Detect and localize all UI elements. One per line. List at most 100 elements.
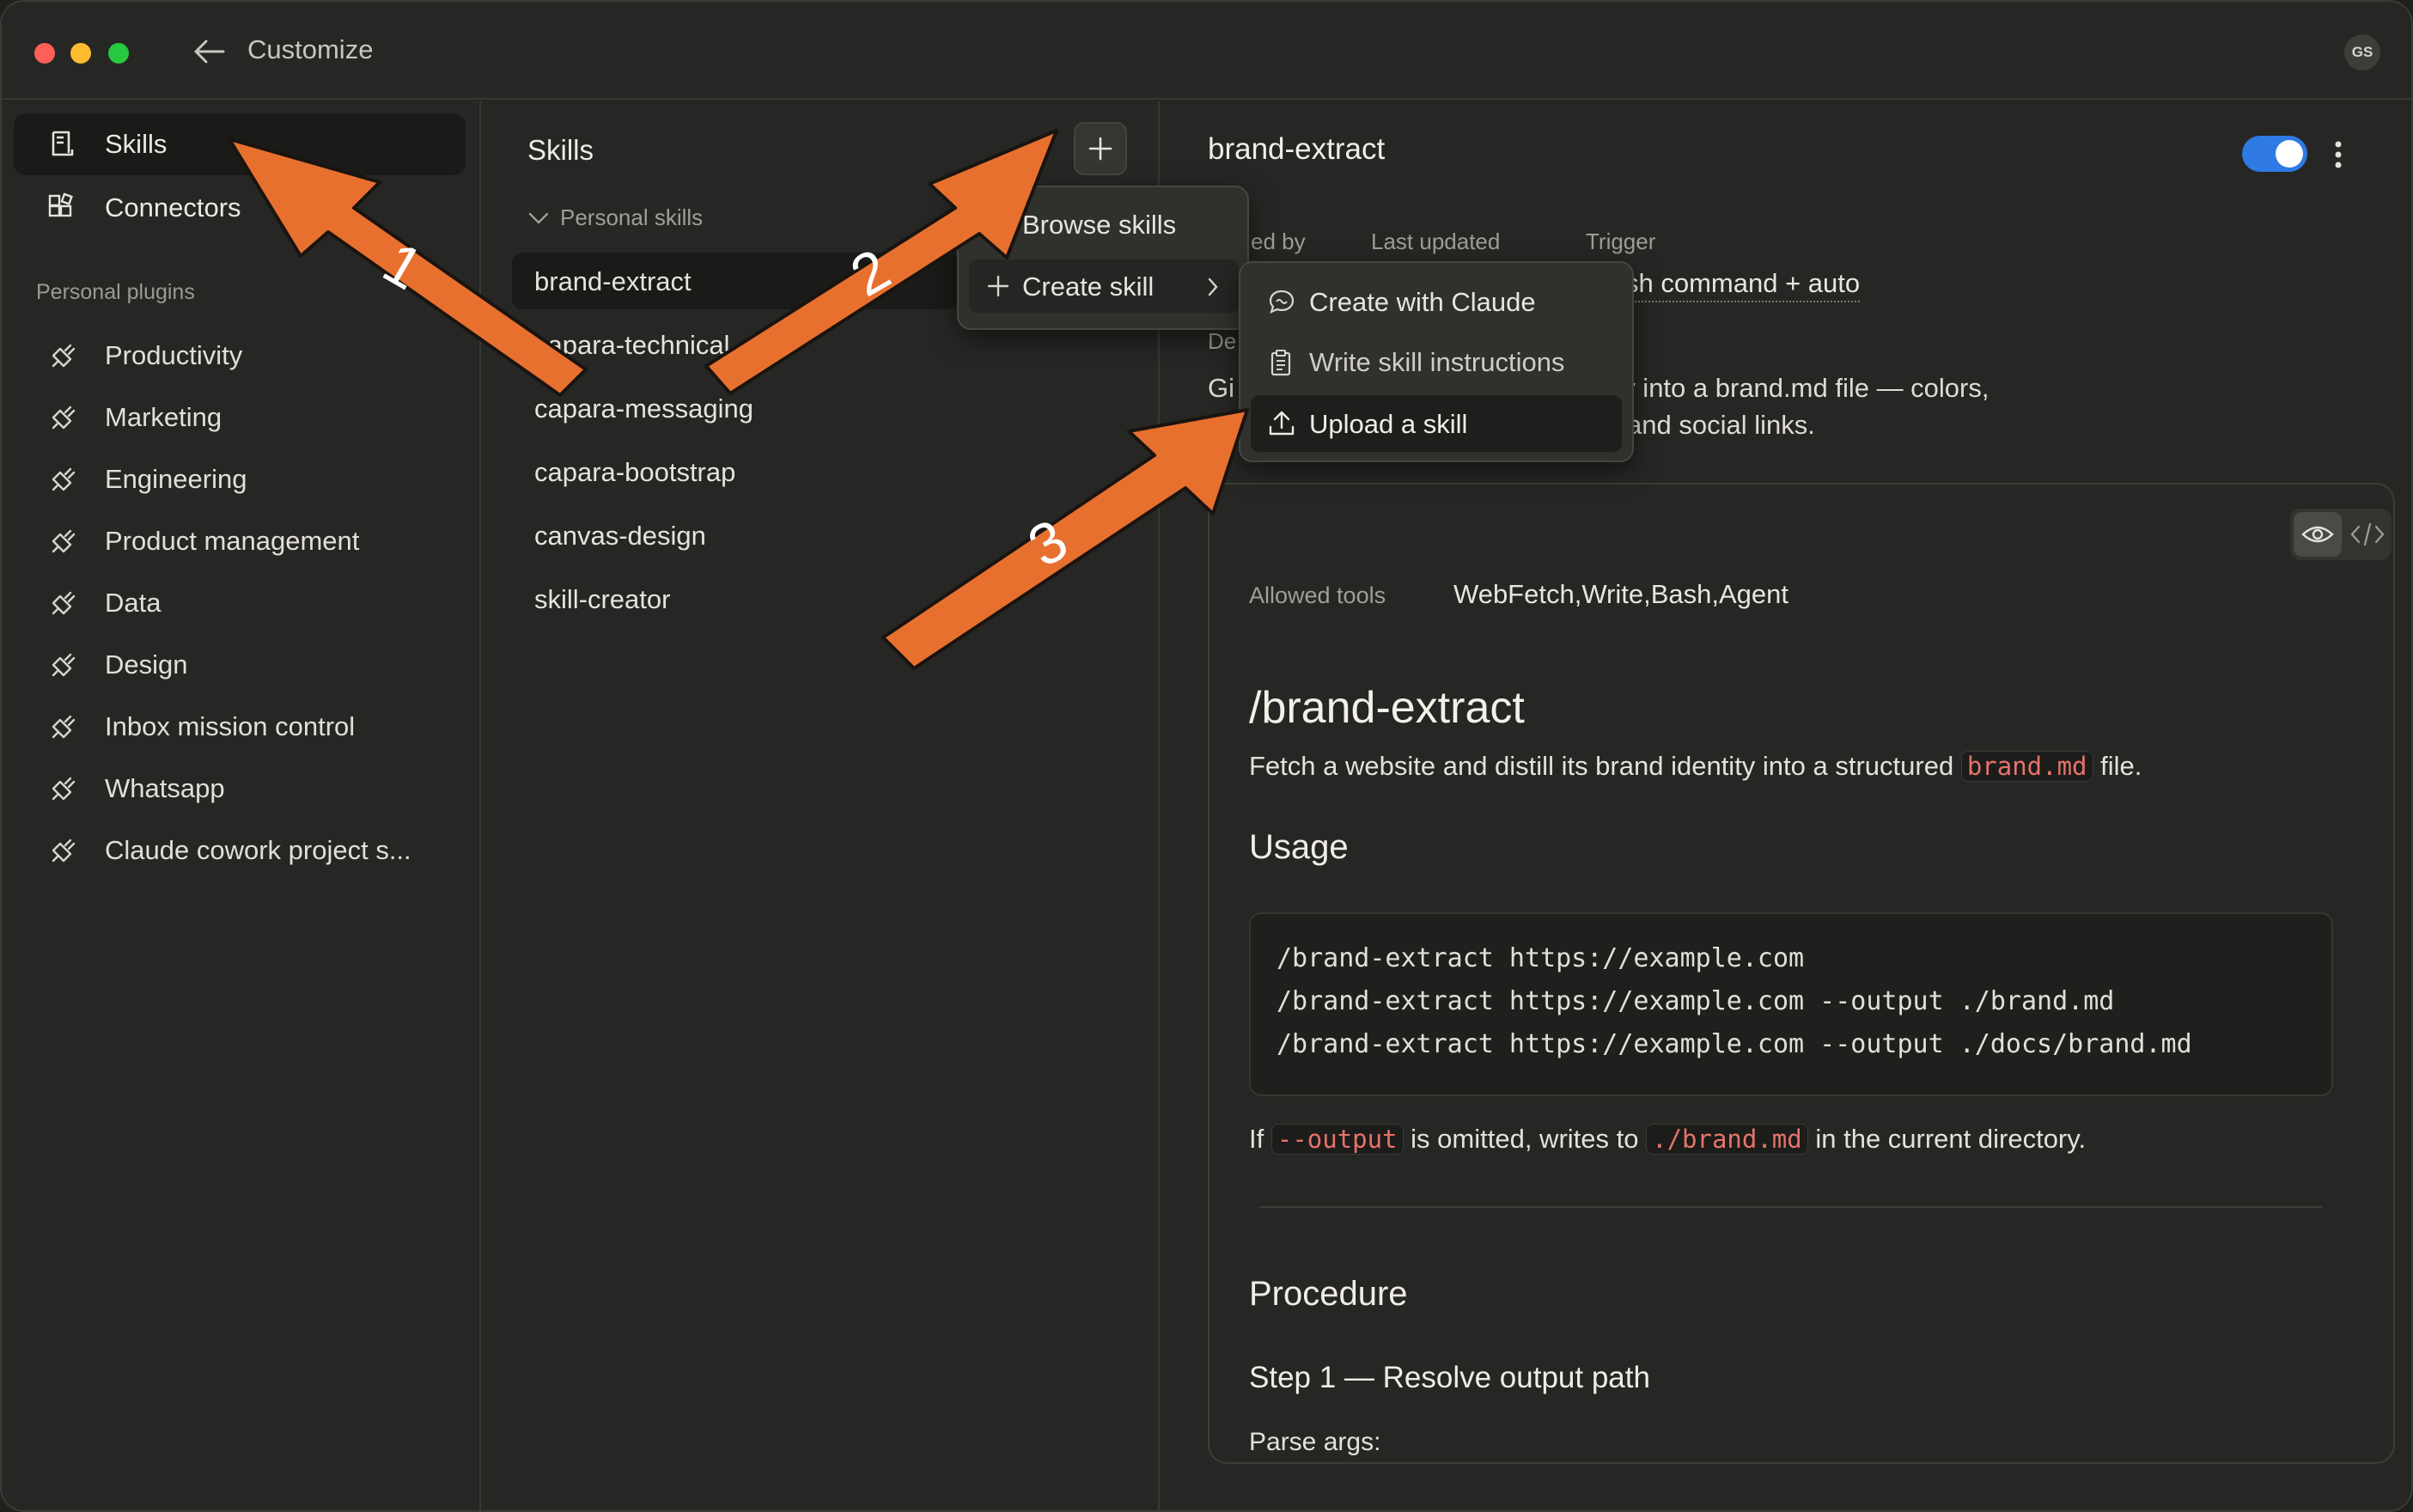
skills-panel-title: Skills xyxy=(527,134,594,166)
trigger-header: Trigger xyxy=(1586,229,1656,254)
skill-row-brand-extract[interactable]: brand-extract xyxy=(512,253,959,309)
browse-icon xyxy=(987,215,1009,235)
skill-row-canvas-design[interactable]: canvas-design xyxy=(512,507,959,564)
plug-icon xyxy=(52,344,76,368)
plug-icon xyxy=(52,405,76,430)
eye-icon xyxy=(2301,526,2334,543)
connectors-icon xyxy=(48,192,73,217)
skill-enabled-toggle[interactable] xyxy=(2242,136,2307,172)
avatar[interactable]: GS xyxy=(2344,34,2380,70)
menu-item-label: Create with Claude xyxy=(1309,287,1536,317)
code-view-icon[interactable] xyxy=(2350,521,2385,547)
chevron-down-icon xyxy=(528,212,549,224)
maximize-window-button[interactable] xyxy=(108,43,129,64)
skill-content-card: Allowed tools WebFetch,Write,Bash,Agent … xyxy=(1208,483,2395,1464)
plug-icon xyxy=(52,715,76,739)
plug-icon xyxy=(52,653,76,677)
plus-icon xyxy=(1088,137,1112,161)
added-by-header: ed by xyxy=(1251,229,1306,254)
close-window-button[interactable] xyxy=(34,43,55,64)
intro-paragraph: Fetch a website and distill its brand id… xyxy=(1249,751,2142,782)
browse-skills-item[interactable]: Browse skills xyxy=(969,198,1239,251)
plugin-label: Whatsapp xyxy=(105,773,225,803)
skill-row-capara-technical[interactable]: capara-technical xyxy=(512,316,959,373)
description-header: De xyxy=(1208,328,1237,354)
plugin-item-engineering[interactable]: Engineering xyxy=(14,452,466,509)
personal-plugins-label: Personal plugins xyxy=(36,280,195,304)
skill-label: skill-creator xyxy=(534,584,671,614)
create-with-claude-item[interactable]: Create with Claude xyxy=(1251,273,1622,330)
skill-heading: /brand-extract xyxy=(1249,683,1525,733)
nav-item-label: Connectors xyxy=(105,192,241,223)
menu-item-label: Upload a skill xyxy=(1309,409,1468,439)
step1-heading: Step 1 — Resolve output path xyxy=(1249,1361,1650,1394)
nav-item-connectors[interactable]: Connectors xyxy=(14,177,466,239)
plugin-label: Data xyxy=(105,588,161,618)
last-updated-header: Last updated xyxy=(1371,229,1501,254)
upload-icon xyxy=(1269,411,1295,436)
skill-label: capara-technical xyxy=(534,330,730,360)
title-bar: Customize GS xyxy=(2,2,2411,100)
plugin-label: Marketing xyxy=(105,402,222,432)
skill-row-capara-messaging[interactable]: capara-messaging xyxy=(512,380,959,436)
plug-icon xyxy=(52,777,76,801)
minimize-window-button[interactable] xyxy=(70,43,91,64)
plugin-item-productivity[interactable]: Productivity xyxy=(14,328,466,385)
skills-icon xyxy=(52,131,74,156)
plugin-item-design[interactable]: Design xyxy=(14,637,466,694)
description-line2: and social links. xyxy=(1627,410,1815,440)
trigger-value: sh command + auto xyxy=(1625,268,1861,302)
intro-text: Fetch a website and distill its brand id… xyxy=(1249,751,1954,781)
plugin-item-product-management[interactable]: Product management xyxy=(14,514,466,570)
plugin-label: Productivity xyxy=(105,340,243,370)
chevron-right-icon xyxy=(1208,277,1218,296)
left-nav: Skills Connectors Personal plugins Produ… xyxy=(2,101,481,1510)
preview-mode-button[interactable] xyxy=(2294,512,2342,557)
personal-skills-label: Personal skills xyxy=(560,204,704,230)
menu-item-label: Write skill instructions xyxy=(1309,347,1565,377)
add-skill-button[interactable] xyxy=(1074,122,1127,175)
allowed-tools-label: Allowed tools xyxy=(1249,582,1386,608)
inline-code: --output xyxy=(1270,1124,1404,1155)
intro-text-end: file. xyxy=(2100,751,2142,781)
app-window: Customize GS Skills Connectors Personal … xyxy=(0,0,2413,1512)
skill-label: capara-bootstrap xyxy=(534,457,736,487)
write-skill-instructions-item[interactable]: Write skill instructions xyxy=(1251,333,1622,390)
skill-label: brand-extract xyxy=(534,266,692,296)
note-text: in the current directory. xyxy=(1815,1124,2087,1154)
plug-icon xyxy=(52,591,76,615)
output-note: If --output is omitted, writes to ./bran… xyxy=(1249,1124,2086,1155)
plugin-label: Claude cowork project s... xyxy=(105,835,411,865)
code-line: /brand-extract https://example.com xyxy=(1277,943,1805,973)
skill-row-skill-creator[interactable]: skill-creator xyxy=(512,570,959,627)
more-options-icon[interactable] xyxy=(2333,139,2343,170)
plugin-item-whatsapp[interactable]: Whatsapp xyxy=(14,761,466,818)
usage-code-block: /brand-extract https://example.com /bran… xyxy=(1249,912,2333,1096)
plugin-item-data[interactable]: Data xyxy=(14,576,466,632)
skill-label: capara-messaging xyxy=(534,393,754,424)
upload-skill-item[interactable]: Upload a skill xyxy=(1251,395,1622,452)
back-arrow-icon[interactable] xyxy=(192,36,227,67)
create-skill-submenu: Create with Claude Write skill instructi… xyxy=(1239,261,1634,462)
create-skill-item[interactable]: Create skill xyxy=(969,259,1239,313)
code-line: /brand-extract https://example.com --out… xyxy=(1277,1029,2192,1059)
inline-code: brand.md xyxy=(1960,751,2093,782)
inline-code: ./brand.md xyxy=(1646,1124,1808,1155)
skill-row-capara-bootstrap[interactable]: capara-bootstrap xyxy=(512,443,959,500)
personal-skills-toggle[interactable]: Personal skills xyxy=(527,204,703,231)
procedure-heading: Procedure xyxy=(1249,1275,1408,1313)
plugin-label: Inbox mission control xyxy=(105,711,356,741)
code-line: /brand-extract https://example.com --out… xyxy=(1277,986,2115,1016)
description-start: Gi xyxy=(1208,373,1234,403)
view-mode-toggle xyxy=(2290,509,2392,560)
plugin-item-inbox-mission-control[interactable]: Inbox mission control xyxy=(14,699,466,756)
chat-bubble-icon xyxy=(1269,290,1295,314)
note-text: is omitted, writes to xyxy=(1411,1124,1639,1154)
window-title: Customize xyxy=(247,34,374,64)
plugin-label: Product management xyxy=(105,526,360,556)
menu-item-label: Browse skills xyxy=(1022,210,1177,240)
plugin-item-marketing[interactable]: Marketing xyxy=(14,390,466,447)
plugin-item-claude-cowork[interactable]: Claude cowork project s... xyxy=(14,823,466,880)
nav-item-skills[interactable]: Skills xyxy=(14,113,466,175)
skill-label: canvas-design xyxy=(534,521,706,551)
